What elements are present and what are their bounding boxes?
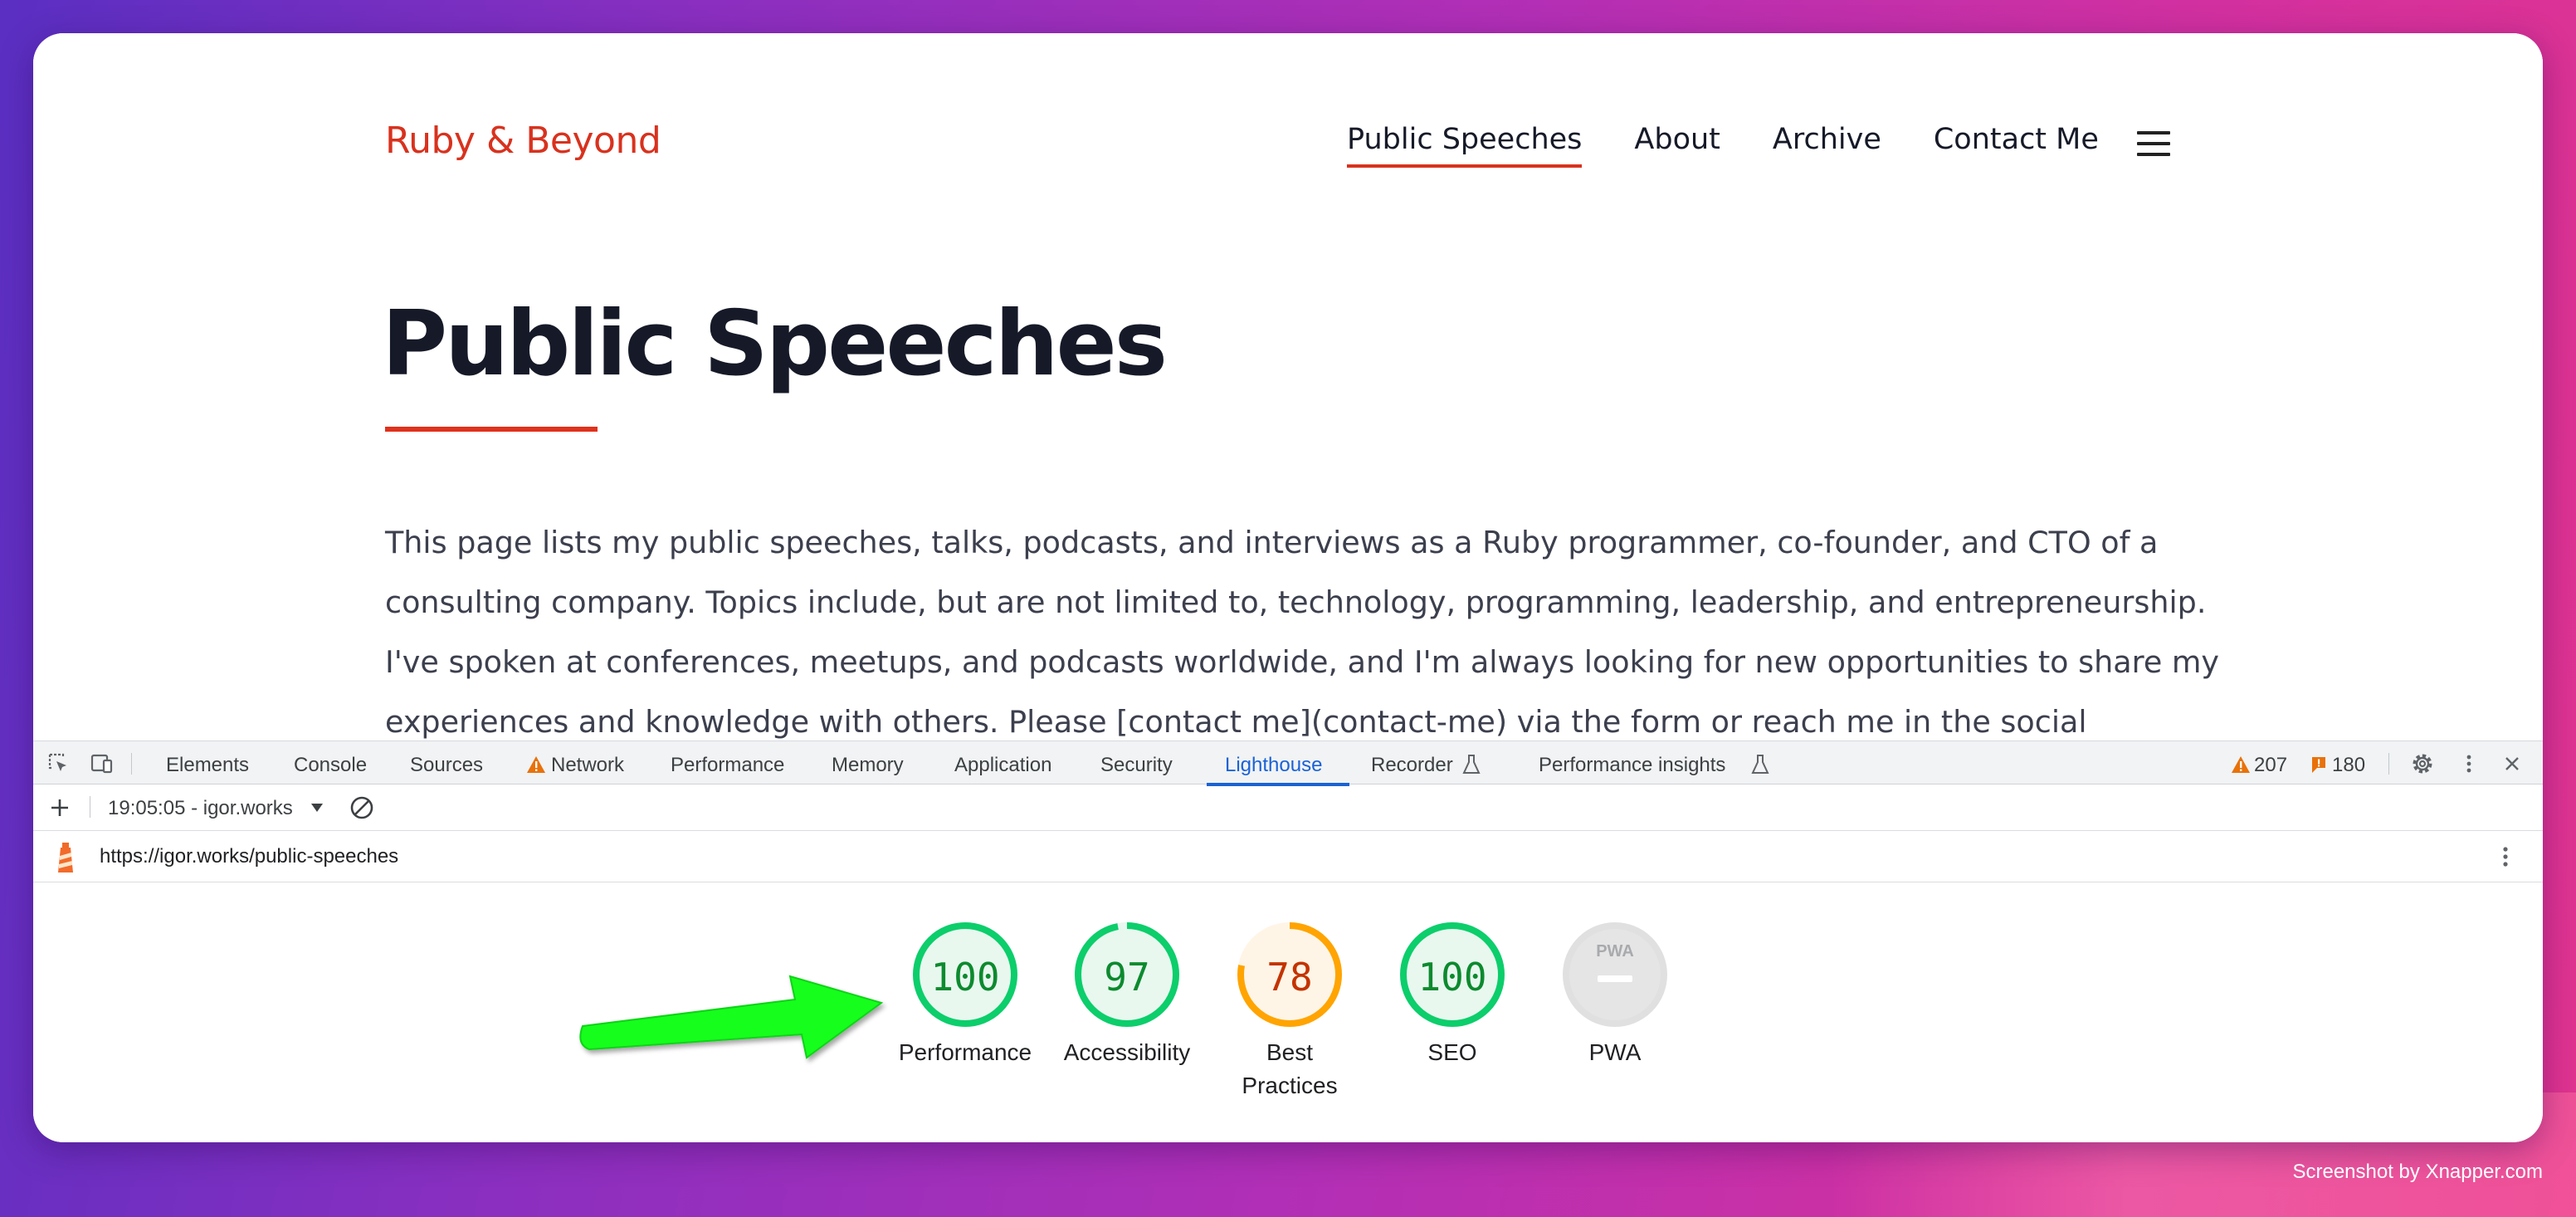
tab-elements[interactable]: Elements xyxy=(166,754,249,777)
more-options-icon[interactable] xyxy=(2493,844,2518,869)
gauge-label: PWA xyxy=(1588,1039,1642,1065)
score-gauges: 100 Performance 97 Accessibility 78 Best Prac… xyxy=(33,920,2543,1136)
gauge-score: 78 xyxy=(1266,955,1313,1000)
close-icon[interactable] xyxy=(2500,751,2525,776)
more-options-icon[interactable] xyxy=(2456,751,2481,776)
tab-performance-insights[interactable]: Performance insights xyxy=(1539,754,1725,777)
experiment-flask-icon xyxy=(1751,755,1769,774)
green-arrow-annotation xyxy=(579,975,884,1059)
website: Ruby & Beyond Public Speeches About Arch… xyxy=(33,33,2543,799)
gear-icon[interactable] xyxy=(2410,751,2435,776)
pwa-badge-icon: PWA xyxy=(1596,942,1634,960)
experiment-flask-icon xyxy=(1462,755,1481,774)
gauge-score: 100 xyxy=(930,955,1000,1000)
issues-count[interactable]: 180 xyxy=(2332,754,2365,777)
network-warning-icon xyxy=(527,756,545,773)
issues-flag-icon xyxy=(2312,757,2325,773)
tab-network[interactable]: Network xyxy=(551,754,624,777)
page-title: Public Speeches xyxy=(382,292,1168,396)
gauge-label: Best Practices xyxy=(1242,1039,1338,1098)
tab-security[interactable]: Security xyxy=(1100,754,1173,777)
device-toolbar-icon[interactable] xyxy=(90,751,115,776)
nav-contact-me[interactable]: Contact Me xyxy=(1934,123,2099,164)
nav-about[interactable]: About xyxy=(1634,123,1720,164)
tab-application[interactable]: Application xyxy=(954,754,1051,777)
report-url: https://igor.works/public-speeches xyxy=(100,845,399,868)
devtools-panel: Elements Console Sources Network Perform… xyxy=(33,740,2543,1142)
gauge-performance[interactable]: 100 Performance xyxy=(882,920,1048,1069)
tab-console[interactable]: Console xyxy=(294,754,367,777)
report-url-bar: https://igor.works/public-speeches xyxy=(33,831,2543,882)
report-selector[interactable]: 19:05:05 - igor.works xyxy=(108,797,293,820)
nav-archive[interactable]: Archive xyxy=(1773,123,1881,164)
warnings-count[interactable]: 207 xyxy=(2254,754,2287,777)
nav-public-speeches[interactable]: Public Speeches xyxy=(1347,123,1583,168)
add-icon[interactable] xyxy=(48,796,71,819)
tab-lighthouse[interactable]: Lighthouse xyxy=(1225,754,1322,777)
clear-icon[interactable] xyxy=(349,794,375,821)
title-underline xyxy=(385,427,598,432)
chevron-down-icon[interactable] xyxy=(310,803,324,813)
tab-sources[interactable]: Sources xyxy=(410,754,483,777)
lighthouse-toolbar: 19:05:05 - igor.works xyxy=(33,784,2543,831)
main-nav: Public Speeches About Archive Contact Me xyxy=(1347,123,2151,168)
pwa-dash xyxy=(1598,975,1632,982)
gauge-label: SEO xyxy=(1427,1039,1477,1065)
hamburger-menu-icon[interactable] xyxy=(2137,131,2170,156)
tab-memory[interactable]: Memory xyxy=(832,754,904,777)
gauge-seo[interactable]: 100 SEO xyxy=(1369,920,1535,1069)
site-brand[interactable]: Ruby & Beyond xyxy=(385,120,661,162)
warning-icon xyxy=(2232,756,2250,773)
tab-recorder[interactable]: Recorder xyxy=(1371,754,1453,777)
inspect-element-icon[interactable] xyxy=(46,751,71,776)
watermark: Screenshot by Xnapper.com xyxy=(2292,1161,2543,1183)
tab-performance[interactable]: Performance xyxy=(671,754,784,777)
gauge-score: 100 xyxy=(1417,955,1487,1000)
browser-window: Ruby & Beyond Public Speeches About Arch… xyxy=(33,33,2543,1142)
gauge-pwa[interactable]: PWA PWA xyxy=(1532,920,1698,1069)
gauge-label: Performance xyxy=(898,1039,1032,1065)
devtools-tabbar: Elements Console Sources Network Perform… xyxy=(33,740,2543,786)
gauge-label: Accessibility xyxy=(1063,1039,1191,1065)
lighthouse-icon xyxy=(58,843,73,872)
gauge-best-practices[interactable]: 78 Best Practices xyxy=(1207,920,1373,1102)
gauge-score: 97 xyxy=(1104,955,1150,1000)
gauge-accessibility[interactable]: 97 Accessibility xyxy=(1044,920,1210,1069)
